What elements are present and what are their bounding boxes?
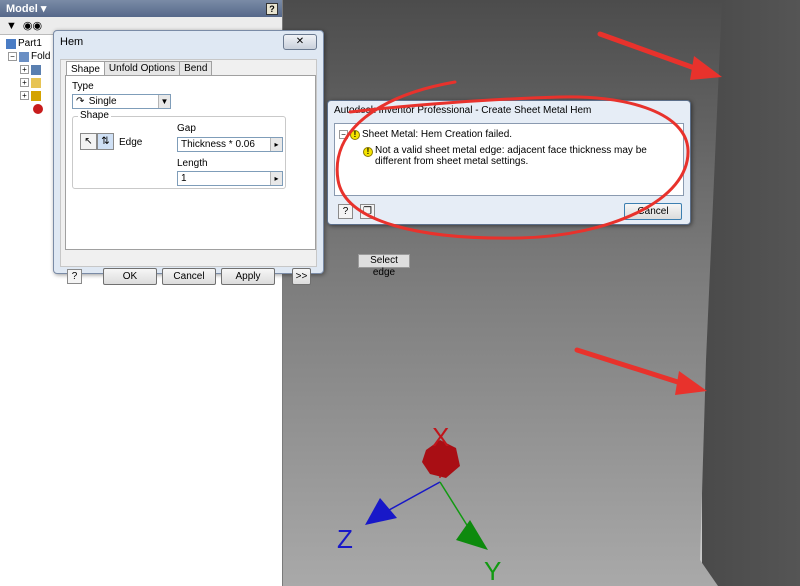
error-main-text: Sheet Metal: Hem Creation failed. bbox=[362, 129, 513, 140]
warning-icon: ! bbox=[350, 129, 360, 140]
hem-dialog-body: Shape Unfold Options Bend Type ↷ Single … bbox=[60, 59, 317, 285]
edge-label: Edge bbox=[119, 137, 143, 148]
type-select-value: Single bbox=[88, 96, 117, 107]
chevron-down-icon: ▼ bbox=[158, 95, 170, 108]
folder-icon bbox=[31, 77, 41, 88]
error-item-main[interactable]: − ! Sheet Metal: Hem Creation failed. bbox=[339, 129, 512, 140]
tab-strip: Shape Unfold Options Bend bbox=[66, 61, 213, 76]
more-options-button[interactable]: >> bbox=[292, 268, 311, 285]
type-label: Type bbox=[72, 81, 94, 92]
shape-group: Shape ↖ ⇅ Edge Gap Thickness * 0.06 ▸ Le… bbox=[72, 110, 286, 189]
funnel-icon[interactable]: ▼ bbox=[6, 20, 17, 32]
y-axis-cone bbox=[456, 520, 488, 550]
expand-icon[interactable]: − bbox=[8, 52, 17, 61]
y-axis-label: Y bbox=[484, 556, 501, 586]
x-axis-cone bbox=[422, 440, 460, 478]
cursor-arrow-icon: ↖ bbox=[84, 136, 93, 147]
help-icon[interactable]: ? bbox=[266, 2, 278, 15]
expand-icon[interactable]: + bbox=[20, 78, 29, 87]
expand-icon[interactable]: + bbox=[20, 91, 29, 100]
chevron-right-icon: ▸ bbox=[270, 172, 282, 185]
error-item-detail[interactable]: ! Not a valid sheet metal edge: adjacent… bbox=[363, 145, 679, 167]
hem-dialog-title: Hem bbox=[60, 36, 84, 48]
copy-icon[interactable]: ❐ bbox=[360, 204, 375, 219]
length-input[interactable]: 1 ▸ bbox=[177, 171, 283, 186]
close-button[interactable]: ✕ bbox=[283, 34, 317, 50]
tab-unfold-options[interactable]: Unfold Options bbox=[103, 61, 181, 76]
cancel-button[interactable]: Cancel bbox=[162, 268, 216, 285]
hem-type-icon: ↷ bbox=[76, 96, 85, 107]
hem-dialog-titlebar[interactable]: Hem ✕ bbox=[54, 31, 323, 53]
z-axis-label: Z bbox=[337, 524, 353, 554]
model-browser-title[interactable]: Model ▾ bbox=[6, 2, 46, 15]
edge-select-button[interactable]: ↖ bbox=[80, 133, 97, 150]
model-browser-header[interactable]: Model ▾ ? bbox=[0, 0, 282, 17]
tree-item-label: Fold bbox=[31, 51, 51, 62]
help-icon[interactable]: ? bbox=[338, 204, 353, 219]
edge-flip-button[interactable]: ⇅ bbox=[97, 133, 114, 150]
apply-button[interactable]: Apply bbox=[221, 268, 275, 285]
gap-label: Gap bbox=[177, 123, 196, 134]
cancel-button[interactable]: Cancel bbox=[624, 203, 682, 220]
help-icon[interactable]: ? bbox=[67, 269, 82, 284]
tab-bend[interactable]: Bend bbox=[179, 61, 213, 76]
shape-tab-panel: Type ↷ Single ▼ Shape ↖ ⇅ Edge Gap Thick… bbox=[65, 75, 316, 250]
hem-dialog: Hem ✕ Shape Unfold Options Bend Type ↷ S… bbox=[53, 30, 324, 285]
length-label: Length bbox=[177, 158, 208, 169]
error-dialog: Autodesk Inventor Professional - Create … bbox=[327, 100, 691, 225]
chevron-right-icon: ▸ bbox=[270, 138, 282, 151]
shape-group-title: Shape bbox=[78, 110, 111, 121]
gap-input-value: Thickness * 0.06 bbox=[181, 139, 255, 150]
annotation-arrow-top bbox=[597, 31, 722, 80]
coordinate-triad: X Z Y bbox=[337, 422, 501, 586]
end-of-part-icon bbox=[33, 103, 43, 114]
z-axis-cone bbox=[365, 498, 397, 525]
warning-icon: ! bbox=[363, 147, 373, 157]
sketch-icon bbox=[31, 64, 41, 75]
select-edge-tooltip: Select edge bbox=[358, 254, 410, 278]
part-icon bbox=[6, 38, 16, 49]
folded-model-icon bbox=[19, 51, 29, 62]
binoculars-icon[interactable]: ◉◉ bbox=[23, 19, 42, 32]
feature-icon bbox=[31, 90, 41, 101]
length-input-value: 1 bbox=[181, 173, 187, 184]
error-detail-text: Not a valid sheet metal edge: adjacent f… bbox=[375, 145, 647, 167]
type-select[interactable]: ↷ Single ▼ bbox=[72, 94, 171, 109]
error-dialog-title[interactable]: Autodesk Inventor Professional - Create … bbox=[328, 101, 690, 121]
sheet-metal-face[interactable] bbox=[700, 0, 800, 586]
ok-button[interactable]: OK bbox=[103, 268, 157, 285]
collapse-icon[interactable]: − bbox=[339, 130, 348, 139]
annotation-arrow-bottom bbox=[574, 347, 707, 395]
x-axis-label: X bbox=[432, 422, 449, 452]
tree-item-label: Part1 bbox=[18, 38, 42, 49]
error-message-list: − ! Sheet Metal: Hem Creation failed. ! … bbox=[334, 123, 684, 196]
expand-icon[interactable]: + bbox=[20, 65, 29, 74]
gap-input[interactable]: Thickness * 0.06 ▸ bbox=[177, 137, 283, 152]
tab-shape[interactable]: Shape bbox=[66, 61, 105, 76]
flip-direction-icon: ⇅ bbox=[101, 136, 110, 147]
